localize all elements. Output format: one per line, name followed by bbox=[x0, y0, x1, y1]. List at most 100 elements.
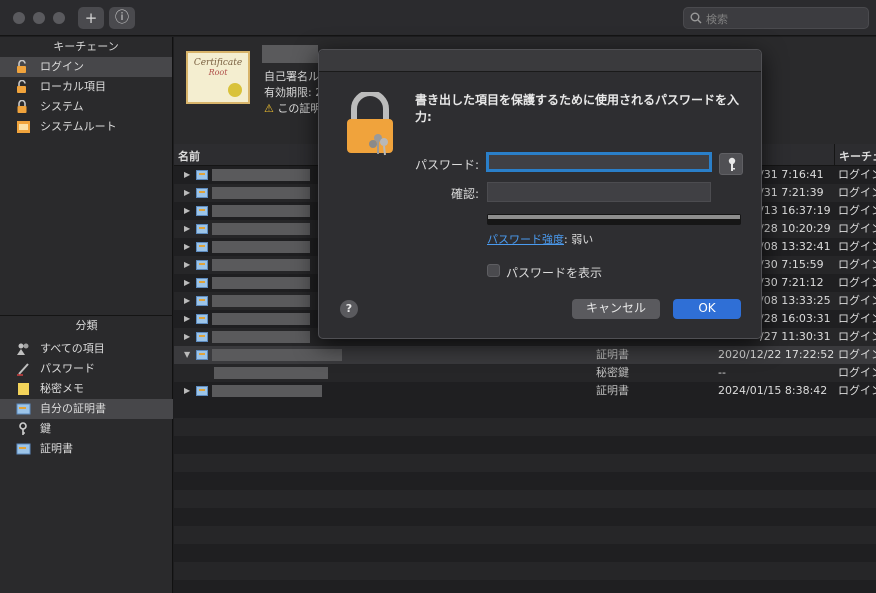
help-button[interactable]: ? bbox=[340, 300, 358, 318]
row-keychain: ログイン bbox=[838, 168, 876, 181]
search-field[interactable]: 検索 bbox=[683, 7, 869, 29]
strength-value: 弱い bbox=[571, 233, 594, 246]
toolbar: + ⓘ 検索 bbox=[0, 0, 876, 36]
redacted-name bbox=[212, 295, 310, 307]
sidebar-item-system[interactable]: システム bbox=[0, 97, 172, 117]
certificate-icon bbox=[196, 350, 208, 360]
row-date: 2020/12/22 17:22:52 bbox=[718, 348, 835, 361]
verify-label: 確認: bbox=[451, 187, 480, 201]
row-keychain: ログイン bbox=[838, 222, 876, 235]
sidebar-item-my-certificates[interactable]: 自分の証明書 bbox=[0, 399, 173, 419]
row-date: /30 7:21:12 bbox=[760, 276, 824, 289]
certificate-large-icon: Certificate Root bbox=[186, 51, 250, 104]
redacted-name bbox=[212, 349, 342, 361]
row-date: /27 11:30:31 bbox=[760, 330, 831, 343]
disclosure-closed-icon[interactable]: ▶ bbox=[184, 292, 190, 310]
disclosure-closed-icon[interactable]: ▶ bbox=[184, 202, 190, 220]
disclosure-closed-icon[interactable]: ▶ bbox=[184, 256, 190, 274]
info-button[interactable]: ⓘ bbox=[109, 7, 135, 29]
sidebar-item-local-items[interactable]: ローカル項目 bbox=[0, 77, 172, 97]
redacted-name bbox=[212, 223, 310, 235]
show-password-label[interactable]: パスワードを表示 bbox=[506, 264, 602, 281]
row-keychain: ログイン bbox=[838, 312, 876, 325]
disclosure-closed-icon[interactable]: ▶ bbox=[184, 274, 190, 292]
dialog-titlebar bbox=[319, 50, 761, 72]
password-assistant-button[interactable] bbox=[719, 153, 743, 175]
sidebar-item-login[interactable]: ログイン bbox=[0, 57, 172, 77]
lock-icon bbox=[17, 100, 27, 113]
row-date: /28 10:20:29 bbox=[760, 222, 831, 235]
row-keychain: ログイン bbox=[838, 348, 876, 361]
disclosure-open-icon[interactable]: ▼ bbox=[184, 346, 190, 364]
strength-link[interactable]: パスワード強度 bbox=[487, 233, 564, 246]
disclosure-closed-icon[interactable]: ▶ bbox=[184, 184, 190, 202]
disclosure-closed-icon[interactable]: ▶ bbox=[184, 220, 190, 238]
detail-warning: ⚠ この証明 bbox=[264, 100, 321, 116]
row-keychain: ログイン bbox=[838, 186, 876, 199]
row-keychain: ログイン bbox=[838, 258, 876, 271]
disclosure-closed-icon[interactable]: ▶ bbox=[184, 310, 190, 328]
row-keychain: ログイン bbox=[838, 366, 876, 379]
column-divider bbox=[834, 144, 835, 166]
minimize-window-button[interactable] bbox=[33, 12, 45, 24]
sidebar: キーチェーン ログイン ローカル項目 システム システムルート 分類 すべての項… bbox=[0, 37, 173, 593]
people-icon bbox=[17, 343, 29, 355]
sidebar-item-secure-notes[interactable]: 秘密メモ bbox=[0, 379, 173, 399]
lock-open-icon bbox=[17, 60, 26, 73]
sidebar-item-label: すべての項目 bbox=[40, 342, 105, 355]
disclosure-closed-icon[interactable]: ▶ bbox=[184, 382, 190, 400]
certificate-icon bbox=[196, 170, 208, 180]
column-name[interactable]: 名前 bbox=[178, 148, 200, 164]
row-keychain: ログイン bbox=[838, 276, 876, 289]
redacted-name bbox=[212, 169, 310, 181]
redacted-name bbox=[212, 259, 310, 271]
lock-icon bbox=[347, 92, 393, 156]
ok-button[interactable]: OK bbox=[673, 299, 741, 319]
disclosure-closed-icon[interactable]: ▶ bbox=[184, 166, 190, 184]
table-row[interactable]: ▶ 証明書 2024/01/15 8:38:42 ログイン bbox=[174, 382, 876, 400]
sidebar-item-label: 鍵 bbox=[40, 422, 51, 435]
sidebar-item-label: システム bbox=[40, 100, 84, 113]
detail-expiration: 有効期限: 2 bbox=[264, 86, 323, 99]
row-keychain: ログイン bbox=[838, 204, 876, 217]
column-keychain[interactable]: キーチェ bbox=[839, 148, 876, 164]
row-kind: 証明書 bbox=[596, 384, 629, 397]
table-row[interactable]: 秘密鍵 -- ログイン bbox=[174, 364, 876, 382]
certificate-icon bbox=[196, 242, 208, 252]
sidebar-item-label: システムルート bbox=[40, 120, 117, 133]
redacted-name bbox=[212, 277, 310, 289]
sidebar-item-keys[interactable]: 鍵 bbox=[0, 419, 173, 439]
redacted-name bbox=[212, 241, 310, 253]
search-placeholder: 検索 bbox=[706, 13, 728, 26]
sidebar-item-system-roots[interactable]: システムルート bbox=[0, 117, 172, 137]
redacted-name bbox=[212, 313, 310, 325]
zoom-window-button[interactable] bbox=[53, 12, 65, 24]
certificate-icon bbox=[196, 188, 208, 198]
close-window-button[interactable] bbox=[13, 12, 25, 24]
row-date: /08 13:33:25 bbox=[760, 294, 831, 307]
password-field[interactable] bbox=[486, 152, 712, 172]
seal-icon bbox=[228, 83, 242, 97]
list-empty-area bbox=[174, 400, 876, 593]
category-section-header: 分類 bbox=[75, 319, 98, 332]
table-row[interactable]: ▼ 証明書 2020/12/22 17:22:52ログイン bbox=[174, 346, 876, 364]
sidebar-item-all-items[interactable]: すべての項目 bbox=[0, 339, 173, 359]
redacted-name bbox=[212, 205, 310, 217]
keychain-section-header: キーチェーン bbox=[53, 40, 119, 53]
show-password-checkbox[interactable] bbox=[487, 264, 500, 277]
disclosure-closed-icon[interactable]: ▶ bbox=[184, 238, 190, 256]
sidebar-item-passwords[interactable]: パスワード bbox=[0, 359, 173, 379]
certificate-icon bbox=[196, 260, 208, 270]
sidebar-item-label: ログイン bbox=[40, 60, 84, 73]
add-item-button[interactable]: + bbox=[78, 7, 104, 29]
row-keychain: ログイン bbox=[838, 240, 876, 253]
key-icon bbox=[19, 422, 27, 435]
verify-field[interactable] bbox=[487, 182, 711, 202]
detail-warning-text: この証明 bbox=[277, 102, 322, 115]
certificate-icon bbox=[196, 206, 208, 216]
sidebar-item-label: ローカル項目 bbox=[40, 80, 106, 93]
disclosure-closed-icon[interactable]: ▶ bbox=[184, 328, 190, 346]
sidebar-item-certificates[interactable]: 証明書 bbox=[0, 439, 173, 459]
row-keychain: ログイン bbox=[838, 330, 876, 343]
cancel-button[interactable]: キャンセル bbox=[572, 299, 660, 319]
